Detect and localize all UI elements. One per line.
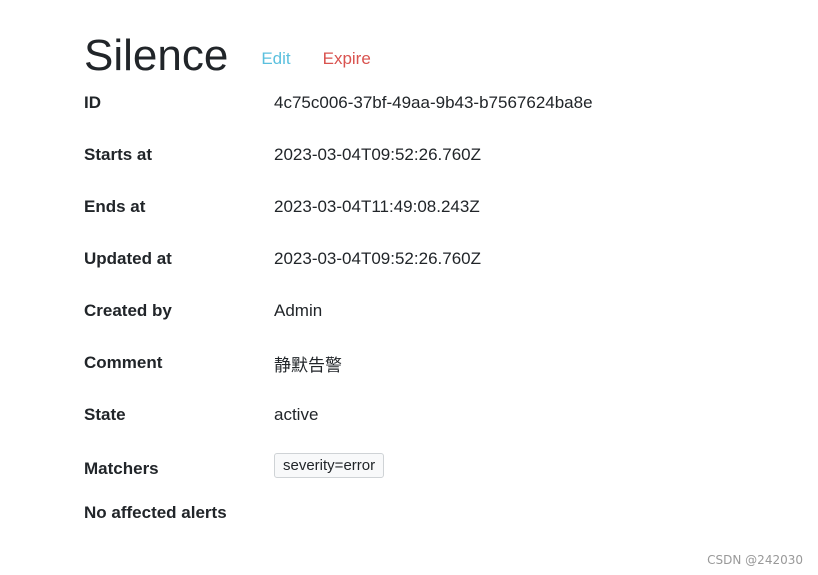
field-row-matchers: Matchers severity=error [84,450,784,480]
field-label: Created by [84,301,172,320]
matchers-label: Matchers [84,459,159,478]
watermark: CSDN @242030 [707,553,803,567]
expire-link[interactable]: Expire [323,49,371,69]
field-label: State [84,405,126,424]
matcher-badge[interactable]: severity=error [274,452,385,478]
field-row-ends-at: Ends at 2023-03-04T11:49:08.243Z [84,192,784,222]
field-value: Admin [274,301,323,320]
edit-link[interactable]: Edit [261,49,290,69]
header: Silence Edit Expire [84,28,784,84]
field-value: 2023-03-04T09:52:26.760Z [274,249,481,268]
field-row-starts-at: Starts at 2023-03-04T09:52:26.760Z [84,140,784,170]
field-row-updated-at: Updated at 2023-03-04T09:52:26.760Z [84,244,784,274]
page-title: Silence [84,31,229,80]
field-label: Updated at [84,249,172,268]
silence-detail: Silence Edit Expire [84,28,784,84]
field-label: Starts at [84,145,153,164]
field-row-created-by: Created by Admin [84,296,784,326]
field-row-state: State active [84,400,784,430]
field-value: 静默告警 [274,355,342,375]
field-row-comment: Comment 静默告警 [84,348,784,378]
field-value: 2023-03-04T11:49:08.243Z [274,197,480,216]
no-affected-alerts-text: No affected alerts [84,503,227,522]
field-row-id: ID 4c75c006-37bf-49aa-9b43-b7567624ba8e [84,88,784,118]
field-label: Comment [84,353,163,372]
field-value: 2023-03-04T09:52:26.760Z [274,145,481,164]
field-value: active [274,405,319,424]
field-label: ID [84,93,101,112]
field-label: Ends at [84,197,146,216]
field-value: 4c75c006-37bf-49aa-9b43-b7567624ba8e [274,93,593,112]
affected-alerts-row: No affected alerts [84,498,784,528]
